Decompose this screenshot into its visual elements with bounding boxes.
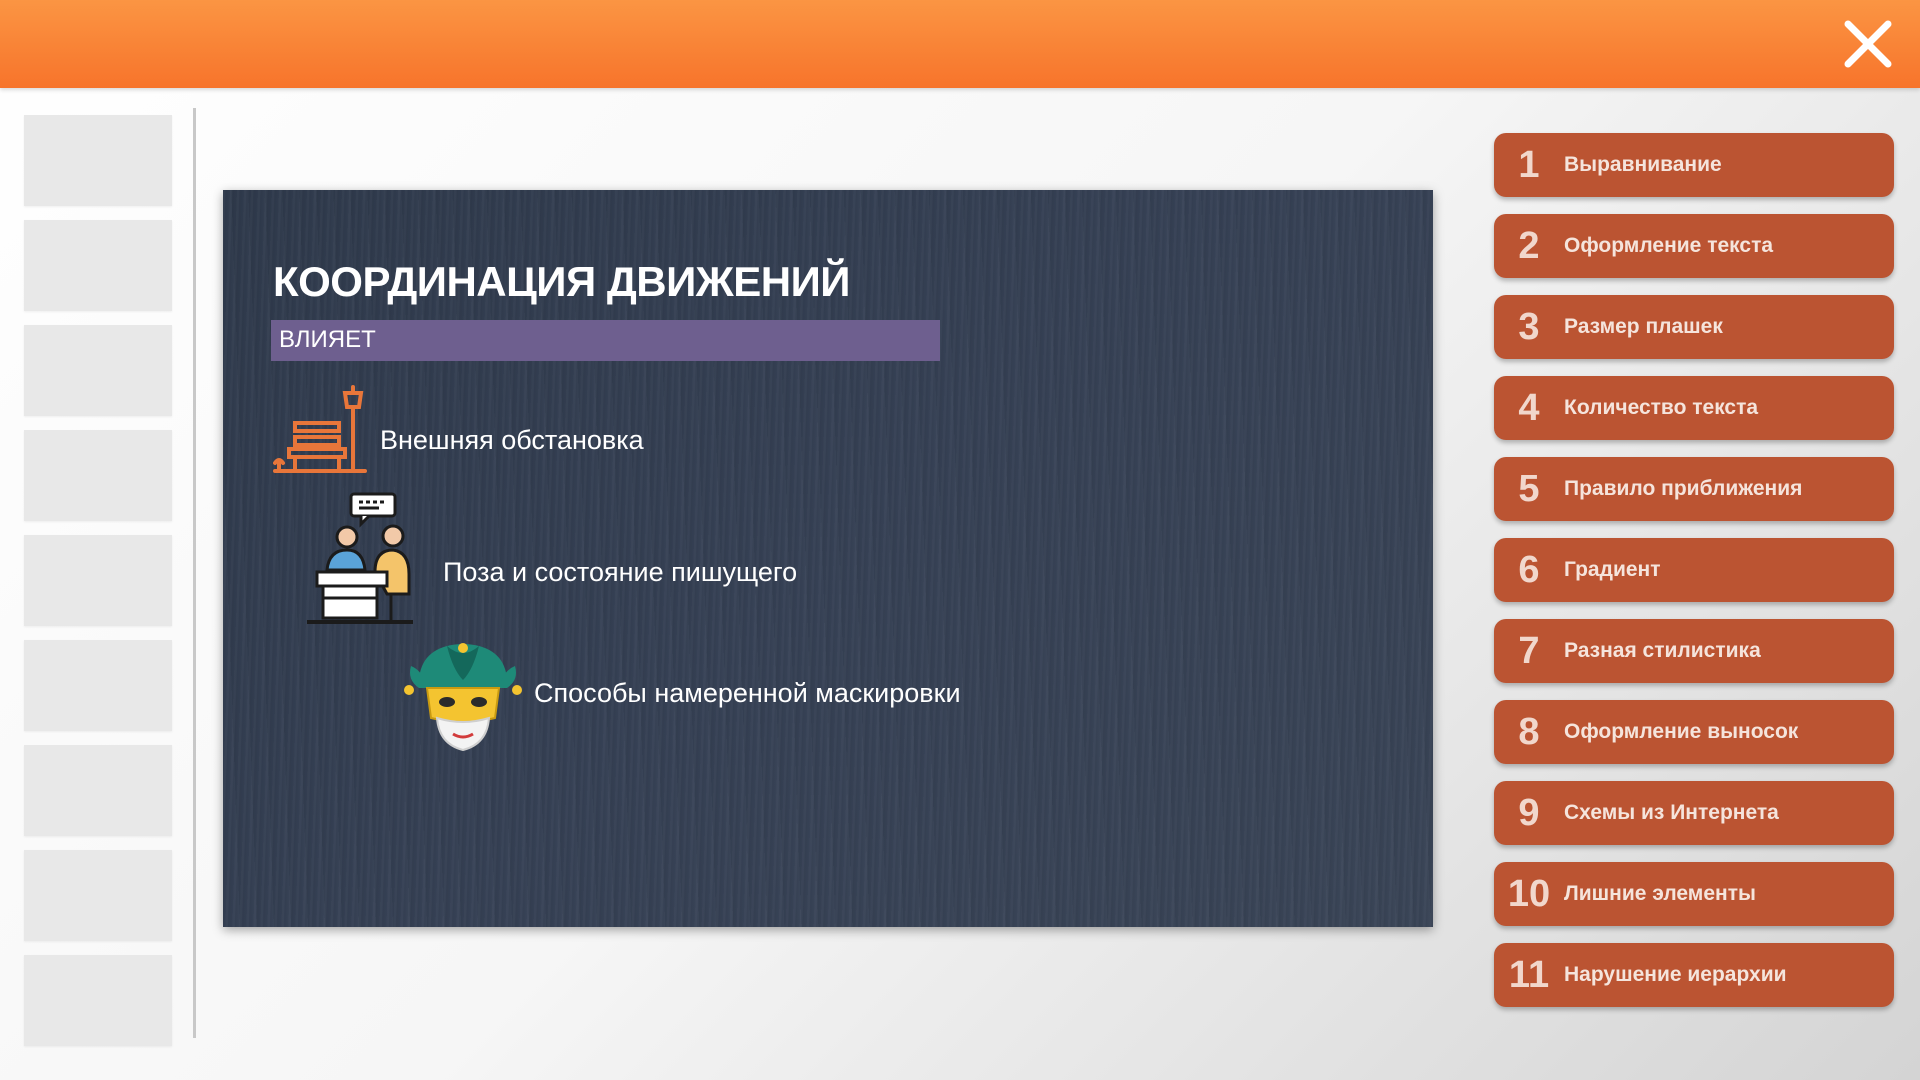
- slide-thumbnail[interactable]: [24, 745, 172, 836]
- menu-item-label: Размер плашек: [1564, 315, 1723, 338]
- menu-item-number: 6: [1518, 548, 1540, 591]
- slide-subtitle-label: ВЛИЯЕТ: [279, 326, 376, 353]
- close-icon: [1844, 20, 1892, 68]
- menu-item-number: 3: [1518, 305, 1540, 348]
- menu-item-number: 8: [1518, 710, 1540, 753]
- menu-item-number: 5: [1518, 467, 1540, 510]
- menu-item-label: Схемы из Интернета: [1564, 801, 1779, 824]
- slide-preview: КООРДИНАЦИЯ ДВИЖЕНИЙ ВЛИЯЕТ Внешняя обст…: [223, 190, 1433, 927]
- menu-item-number: 7: [1518, 629, 1540, 672]
- menu-item[interactable]: 10 Лишние элементы: [1494, 862, 1894, 926]
- menu-item[interactable]: 11 Нарушение иерархии: [1494, 943, 1894, 1007]
- menu-item-label: Нарушение иерархии: [1564, 963, 1787, 986]
- menu-item[interactable]: 9 Схемы из Интернета: [1494, 781, 1894, 845]
- park-bench-icon: [273, 385, 367, 473]
- slide-thumbnail[interactable]: [24, 535, 172, 626]
- slide-thumbnail[interactable]: [24, 115, 172, 206]
- menu-item-number: 9: [1518, 791, 1540, 834]
- topic-menu: 1 Выравнивание 2 Оформление текста 3 Раз…: [1494, 133, 1894, 1024]
- menu-item-label: Лишние элементы: [1564, 882, 1756, 905]
- menu-item-label: Оформление текста: [1564, 234, 1774, 257]
- panel-divider: [193, 108, 196, 1038]
- menu-item[interactable]: 3 Размер плашек: [1494, 295, 1894, 359]
- top-bar: [0, 0, 1920, 88]
- menu-item-number: 10: [1507, 872, 1551, 915]
- menu-item[interactable]: 4 Количество текста: [1494, 376, 1894, 440]
- slide-thumbnail[interactable]: [24, 955, 172, 1046]
- slide-thumbnail[interactable]: [24, 640, 172, 731]
- menu-item-label: Разная стилистика: [1564, 639, 1761, 662]
- menu-item[interactable]: 2 Оформление текста: [1494, 214, 1894, 278]
- menu-item[interactable]: 1 Выравнивание: [1494, 133, 1894, 197]
- menu-item-number: 4: [1518, 386, 1540, 429]
- slide-thumbnail[interactable]: [24, 325, 172, 416]
- menu-item-label: Выравнивание: [1564, 153, 1722, 176]
- slide-title: КООРДИНАЦИЯ ДВИЖЕНИЙ: [273, 258, 850, 305]
- slide-item-text: Способы намеренной маскировки: [534, 678, 961, 708]
- slide-thumbnail[interactable]: [24, 430, 172, 521]
- menu-item[interactable]: 7 Разная стилистика: [1494, 619, 1894, 683]
- jester-mask-icon: [404, 643, 522, 752]
- menu-item[interactable]: 6 Градиент: [1494, 538, 1894, 602]
- menu-item-label: Правило приближения: [1564, 477, 1803, 500]
- close-button[interactable]: [1836, 12, 1900, 76]
- menu-item[interactable]: 8 Оформление выносок: [1494, 700, 1894, 764]
- menu-item-number: 1: [1518, 143, 1540, 186]
- menu-item-label: Градиент: [1564, 558, 1661, 581]
- people-at-desk-icon: [307, 492, 413, 624]
- menu-item-number: 2: [1518, 224, 1540, 267]
- menu-item[interactable]: 5 Правило приближения: [1494, 457, 1894, 521]
- slide-item-text: Поза и состояние пишущего: [443, 557, 798, 587]
- slide-thumbnail-strip: [24, 115, 172, 1060]
- slide-thumbnail[interactable]: [24, 220, 172, 311]
- slide-item-text: Внешняя обстановка: [380, 425, 644, 455]
- menu-item-label: Оформление выносок: [1564, 720, 1799, 743]
- slide-thumbnail[interactable]: [24, 850, 172, 941]
- menu-item-number: 11: [1508, 953, 1550, 996]
- menu-item-label: Количество текста: [1564, 396, 1759, 419]
- slide-subtitle-bar: ВЛИЯЕТ: [271, 320, 940, 361]
